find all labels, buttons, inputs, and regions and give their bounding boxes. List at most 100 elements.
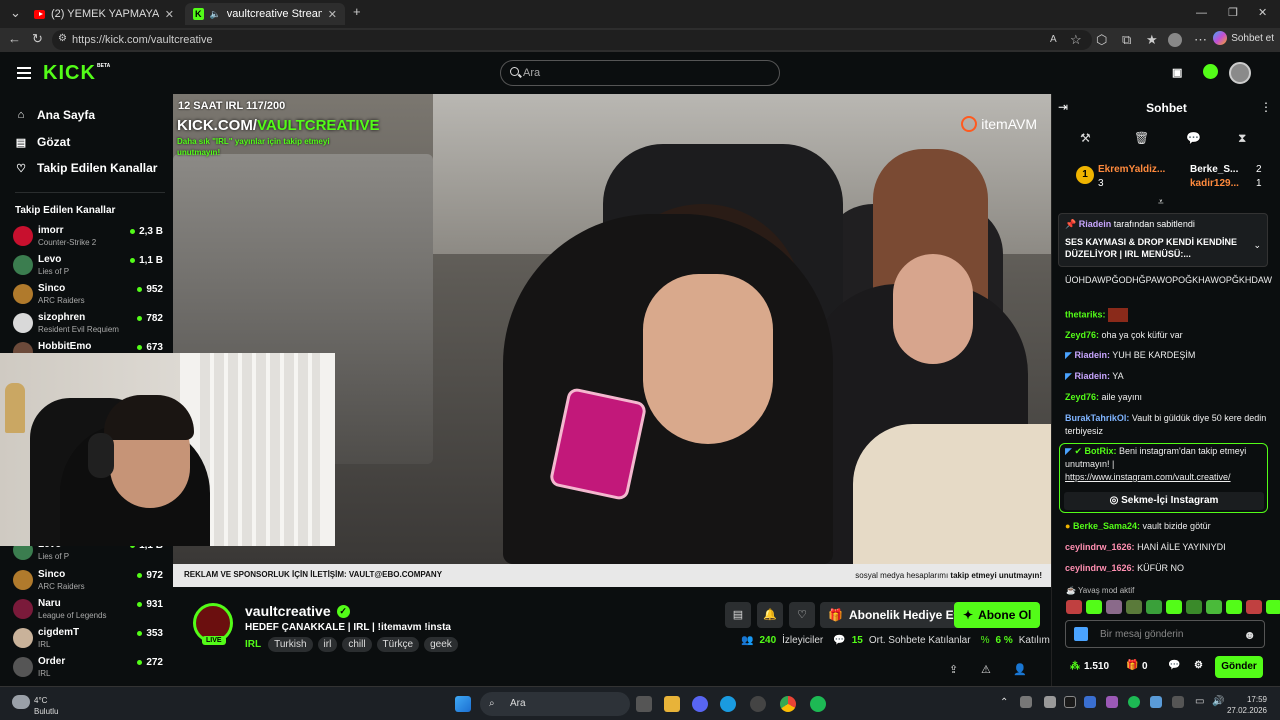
pinned-message[interactable]: 📌 Riadein tarafından sabitlendi SES KAYM… <box>1058 213 1268 267</box>
clock[interactable]: 17:59 27.02.2026 <box>1227 694 1267 716</box>
windows-start-icon[interactable] <box>455 696 471 712</box>
gift-subscription-button[interactable]: 🎁 Abonelik Hediye Et <box>820 602 966 628</box>
split-screen-icon[interactable]: ⧉ <box>1122 32 1131 48</box>
channel-item[interactable]: cigdemT IRL 353 <box>13 626 163 655</box>
message-user[interactable]: BotRix: <box>1085 446 1117 456</box>
chat-input[interactable]: Bir mesaj gönderin ☻ <box>1065 620 1265 648</box>
message-user[interactable]: Zeyd76: <box>1065 392 1099 402</box>
leaderboard-name[interactable]: EkremYaldiz... <box>1098 164 1165 175</box>
emote[interactable] <box>1066 600 1082 614</box>
channel-item[interactable]: Levo Lies of P 1,1 B <box>13 253 163 282</box>
tab-kick[interactable]: K 🔈 vaultcreative Stream - Watch L ✕ <box>185 3 345 25</box>
browse-grid-icon[interactable]: ▣ <box>1172 66 1182 79</box>
steam-icon[interactable] <box>1084 696 1096 708</box>
kick-logo[interactable]: KICK <box>43 62 96 85</box>
task-view-icon[interactable] <box>636 696 652 712</box>
category-link[interactable]: IRL <box>245 639 261 650</box>
send-button[interactable]: Gönder <box>1215 656 1263 678</box>
chevron-down-icon[interactable]: ⌄ <box>1253 240 1261 251</box>
emote[interactable] <box>1226 600 1242 614</box>
message-user[interactable]: ceylindrw_1626: <box>1065 563 1135 573</box>
discord-icon[interactable] <box>692 696 708 712</box>
channel-item[interactable]: Sinco ARC Raiders 972 <box>13 568 163 597</box>
chat-menu-icon[interactable]: ⋮ <box>1260 100 1272 114</box>
chrome-icon[interactable] <box>780 696 796 712</box>
trash-icon[interactable]: 🗑 <box>1134 131 1149 145</box>
follow-button[interactable]: ♡ <box>789 602 815 628</box>
tab-list-icon[interactable]: ⌄ <box>10 5 21 21</box>
message-user[interactable]: BurakTahrikOl: <box>1065 413 1129 423</box>
tray-app-icon[interactable] <box>1106 696 1118 708</box>
emote[interactable] <box>1126 600 1142 614</box>
search-input[interactable]: Ara <box>500 60 780 86</box>
tag[interactable]: irl <box>317 637 338 652</box>
channel-item[interactable]: sizophren Resident Evil Requiem 782 <box>13 311 163 340</box>
emoji-icon[interactable]: ☻ <box>1243 621 1256 649</box>
tray-chevron-icon[interactable]: ⌃ <box>1000 697 1008 708</box>
channel-item[interactable]: Naru League of Legends 931 <box>13 597 163 626</box>
emote[interactable] <box>1246 600 1262 614</box>
gift-icon[interactable]: 🎁 <box>1126 660 1138 671</box>
channel-item[interactable]: Order IRL 272 <box>13 655 163 684</box>
volume-icon[interactable]: 🔊 <box>1212 696 1224 707</box>
tag[interactable]: chill <box>342 637 372 652</box>
tray-app-icon[interactable] <box>1172 696 1184 708</box>
tag[interactable]: geek <box>424 637 458 652</box>
file-explorer-icon[interactable] <box>664 696 680 712</box>
user-avatar[interactable] <box>1229 62 1251 84</box>
instagram-button[interactable]: ◎ Sekme-İçi Instagram <box>1064 492 1264 510</box>
close-tab-icon[interactable]: ✕ <box>165 8 174 21</box>
settings-icon[interactable]: ⚙ <box>1194 660 1203 671</box>
read-aloud-icon[interactable]: A <box>1050 32 1057 48</box>
nav-home[interactable]: ⌂ Ana Sayfa <box>15 108 95 122</box>
tray-app-icon[interactable] <box>1064 696 1076 708</box>
report-icon[interactable]: ⚠ <box>981 663 991 676</box>
channel-item[interactable]: Sinco ARC Raiders 952 <box>13 282 163 311</box>
minimize-icon[interactable]: — <box>1196 5 1207 21</box>
share-icon[interactable]: ⇪ <box>949 663 958 676</box>
message-user[interactable]: Riadein: <box>1074 350 1110 360</box>
extensions-icon[interactable]: ⬡ <box>1096 32 1107 48</box>
tab-youtube[interactable]: (2) YEMEK YAPMAYA GELDİK, DAVA ✕ <box>26 3 182 25</box>
tray-app-icon[interactable] <box>1020 696 1032 708</box>
emote[interactable] <box>1166 600 1182 614</box>
message-user[interactable]: Zeyd76: <box>1065 330 1099 340</box>
hammer-icon[interactable]: ⚒ <box>1080 131 1091 145</box>
points-icon[interactable]: ⁂ <box>1070 661 1080 672</box>
tray-app-icon[interactable] <box>1150 696 1162 708</box>
close-window-icon[interactable]: ✕ <box>1258 5 1267 21</box>
chat-bubble-icon[interactable]: 💬 <box>1168 660 1180 671</box>
menu-icon[interactable]: ⋯ <box>1194 32 1207 48</box>
close-tab-icon[interactable]: ✕ <box>328 8 337 21</box>
emote[interactable] <box>1086 600 1102 614</box>
message-user[interactable]: ceylindrw_1626: <box>1065 542 1135 552</box>
nav-browse[interactable]: ▤ Gözat <box>15 135 71 149</box>
emote[interactable] <box>1106 600 1122 614</box>
notifications-button[interactable]: 🔔 <box>757 602 783 628</box>
hourglass-icon[interactable]: ⧗ <box>1238 131 1246 146</box>
speaker-icon[interactable]: 🔈 <box>210 9 221 20</box>
clip-button[interactable]: ▤ <box>725 602 751 628</box>
copilot-button[interactable]: Sohbet et <box>1213 31 1274 45</box>
tray-app-icon[interactable] <box>1044 696 1056 708</box>
maximize-icon[interactable]: ❐ <box>1228 5 1238 21</box>
favorites-icon[interactable]: ★ <box>1146 32 1158 48</box>
message-link[interactable]: https://www.instagram.com/vault.creative… <box>1065 471 1273 484</box>
reload-icon[interactable]: ↻ <box>32 31 43 47</box>
leaderboard-name[interactable]: Berke_S... <box>1190 164 1238 175</box>
message-user[interactable]: Berke_Sama24: <box>1073 521 1140 531</box>
tag[interactable]: Turkish <box>268 637 313 652</box>
back-icon[interactable]: ← <box>8 31 21 47</box>
channel-name[interactable]: vaultcreative ✓ <box>245 603 350 619</box>
hamburger-icon[interactable] <box>17 67 31 79</box>
taskbar-search[interactable]: ⌕ Ara <box>480 692 630 716</box>
edge-icon[interactable] <box>720 696 736 712</box>
new-tab-icon[interactable]: + <box>353 4 361 20</box>
app-icon[interactable] <box>750 696 766 712</box>
spotify-icon[interactable] <box>810 696 826 712</box>
emote[interactable] <box>1186 600 1202 614</box>
tag[interactable]: Türkçe <box>376 637 420 652</box>
emote[interactable] <box>1146 600 1162 614</box>
emote[interactable] <box>1206 600 1222 614</box>
nav-following[interactable]: ♡ Takip Edilen Kanallar <box>15 161 157 175</box>
